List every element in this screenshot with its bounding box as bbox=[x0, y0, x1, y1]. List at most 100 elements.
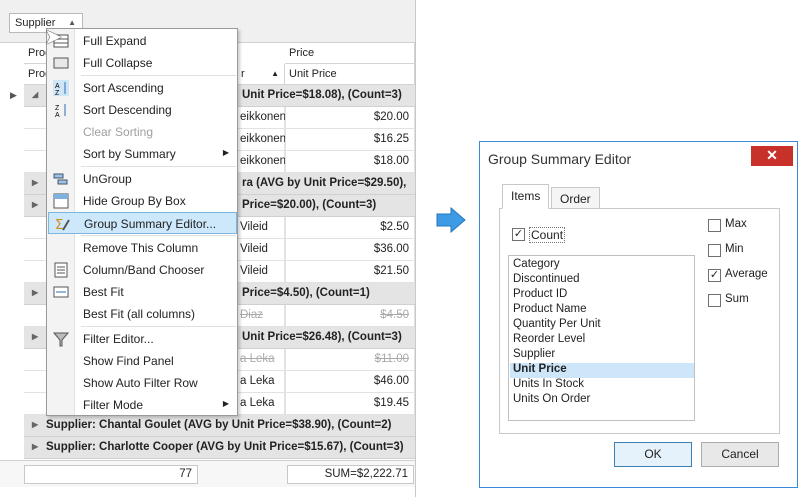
menu-item-label: Best Fit bbox=[83, 285, 124, 299]
expand-group-icon[interactable]: ▶ bbox=[32, 442, 38, 451]
unit-price-cell[interactable]: $21.50 bbox=[285, 261, 415, 283]
menu-item-label: Filter Mode bbox=[83, 398, 144, 412]
supplier-cell[interactable]: Vileid bbox=[237, 261, 285, 283]
menu-item-full-collapse[interactable]: Full Collapse bbox=[48, 52, 237, 74]
menu-separator bbox=[81, 326, 236, 327]
menu-separator bbox=[81, 235, 236, 236]
supplier-cell[interactable]: a Leka bbox=[237, 371, 285, 393]
svg-text:A: A bbox=[55, 112, 60, 118]
field-list-item[interactable]: Product ID bbox=[510, 288, 694, 303]
unit-price-cell[interactable]: $16.25 bbox=[285, 129, 415, 151]
unit-price-cell[interactable]: $4.50 bbox=[285, 305, 415, 327]
unit-price-cell[interactable]: $11.00 bbox=[285, 349, 415, 371]
tab-items[interactable]: Items bbox=[502, 184, 550, 209]
menu-item-show-find-panel[interactable]: Show Find Panel bbox=[48, 350, 237, 372]
sum-checkbox[interactable] bbox=[708, 294, 721, 307]
supplier-cell[interactable]: eikkonen bbox=[237, 107, 286, 129]
unit-price-cell[interactable]: $2.50 bbox=[285, 217, 415, 239]
expand-group-icon[interactable]: ▶ bbox=[32, 200, 38, 209]
average-checkbox[interactable]: ✓ bbox=[708, 269, 721, 282]
close-button[interactable]: ✕ bbox=[751, 146, 793, 166]
cancel-button[interactable]: Cancel bbox=[701, 442, 779, 467]
tab-order[interactable]: Order bbox=[551, 187, 600, 210]
band-header-price[interactable]: Price bbox=[285, 43, 415, 64]
menu-item-column-band-chooser[interactable]: Column/Band Chooser bbox=[48, 259, 237, 281]
expand-group-icon[interactable]: ▶ bbox=[32, 420, 38, 429]
footer-count-cell: 77 bbox=[24, 465, 198, 484]
menu-item-group-summary-editor[interactable]: Σ Group Summary Editor... bbox=[48, 212, 237, 234]
menu-item-show-auto-filter-row[interactable]: Show Auto Filter Row bbox=[48, 372, 237, 394]
field-list-item[interactable]: Supplier bbox=[510, 348, 694, 363]
unit-price-cell[interactable]: $18.00 bbox=[285, 151, 415, 173]
group-row-text: Supplier: Chantal Goulet (AVG by Unit Pr… bbox=[46, 419, 392, 431]
footer-sum-cell: SUM=$2,222.71 bbox=[287, 465, 414, 484]
best-fit-icon bbox=[53, 284, 70, 300]
field-list-item[interactable]: Quantity Per Unit bbox=[510, 318, 694, 333]
dialog-title: Group Summary Editor bbox=[488, 151, 632, 167]
group-row-text: ra (AVG by Unit Price=$29.50), bbox=[242, 177, 407, 189]
svg-text:Z: Z bbox=[55, 90, 60, 96]
group-summary-editor-dialog: Group Summary Editor ✕ Items Order ✓ Cou… bbox=[479, 141, 798, 488]
field-list-item[interactable]: Units On Order bbox=[510, 393, 694, 408]
unit-price-cell[interactable]: $20.00 bbox=[285, 107, 415, 129]
expand-group-icon[interactable]: ▶ bbox=[32, 178, 38, 187]
menu-item-sort-ascending[interactable]: A Z Sort Ascending bbox=[48, 77, 237, 99]
menu-item-best-fit-all-columns[interactable]: Best Fit (all columns) bbox=[48, 303, 237, 325]
column-header-unit-price[interactable]: Unit Price bbox=[285, 64, 415, 85]
supplier-cell[interactable]: Vileid bbox=[237, 239, 285, 261]
menu-item-sort-descending[interactable]: Z A Sort Descending bbox=[48, 99, 237, 121]
menu-item-filter-editor[interactable]: Filter Editor... bbox=[48, 328, 237, 350]
menu-item-sort-by-summary[interactable]: Sort by Summary ▶ bbox=[48, 143, 237, 165]
field-list[interactable]: Category Discontinued Product ID Product Na… bbox=[508, 255, 695, 421]
supplier-cell[interactable]: eikkonen bbox=[237, 129, 286, 151]
expand-group-icon[interactable]: ▶ bbox=[32, 288, 38, 297]
supplier-cell[interactable]: Diaz bbox=[237, 305, 285, 327]
column-header-supplier-label: r bbox=[241, 68, 245, 80]
menu-separator bbox=[81, 75, 236, 76]
count-checkbox[interactable]: ✓ bbox=[512, 228, 525, 241]
menu-item-hide-group-by-box[interactable]: Hide Group By Box bbox=[48, 190, 237, 212]
max-checkbox[interactable] bbox=[708, 219, 721, 232]
ok-button[interactable]: OK bbox=[614, 442, 692, 467]
unit-price-cell[interactable]: $36.00 bbox=[285, 239, 415, 261]
group-row[interactable]: ▶ Supplier: Charlotte Cooper (AVG by Unit… bbox=[24, 437, 415, 459]
sort-ascending-indicator-icon: ▲ bbox=[271, 69, 279, 78]
supplier-cell[interactable]: Vileid bbox=[237, 217, 285, 239]
right-arrow-icon bbox=[436, 207, 466, 233]
menu-separator bbox=[81, 166, 236, 167]
field-list-item[interactable]: Reorder Level bbox=[510, 333, 694, 348]
supplier-cell[interactable]: eikkonen bbox=[237, 151, 286, 173]
ungroup-icon bbox=[53, 171, 70, 187]
menu-item-remove-this-column[interactable]: Remove This Column bbox=[48, 237, 237, 259]
min-checkbox[interactable] bbox=[708, 244, 721, 257]
field-list-item[interactable]: Discontinued bbox=[510, 273, 694, 288]
collapse-group-icon[interactable]: ◢ bbox=[32, 90, 38, 99]
field-list-item[interactable]: Product Name bbox=[510, 303, 694, 318]
supplier-cell[interactable]: a Leka bbox=[237, 349, 285, 371]
menu-item-ungroup[interactable]: UnGroup bbox=[48, 168, 237, 190]
column-header-supplier[interactable]: r ▲ bbox=[237, 64, 285, 85]
field-list-item[interactable]: Unit Price bbox=[510, 363, 694, 378]
group-row[interactable]: ▶ Supplier: Chantal Goulet (AVG by Unit P… bbox=[24, 415, 415, 437]
max-label: Max bbox=[725, 218, 747, 230]
min-label: Min bbox=[725, 243, 744, 255]
filter-icon bbox=[52, 331, 70, 347]
menu-item-label: Sort Ascending bbox=[83, 81, 164, 95]
menu-item-full-expand[interactable]: Full Expand bbox=[48, 30, 237, 52]
field-list-item[interactable]: Category bbox=[510, 258, 694, 273]
menu-item-best-fit[interactable]: Best Fit bbox=[48, 281, 237, 303]
field-list-item[interactable]: Units In Stock bbox=[510, 378, 694, 393]
svg-text:A: A bbox=[55, 83, 60, 90]
menu-item-label: Full Expand bbox=[83, 34, 147, 48]
unit-price-cell[interactable]: $19.45 bbox=[285, 393, 415, 415]
menu-item-filter-mode[interactable]: Filter Mode ▶ bbox=[48, 394, 237, 416]
column-header-product[interactable]: Produ bbox=[24, 64, 57, 85]
menu-item-label: Best Fit (all columns) bbox=[83, 307, 196, 321]
menu-item-label: Remove This Column bbox=[83, 241, 199, 255]
menu-item-label: Group Summary Editor... bbox=[84, 217, 217, 231]
group-row-text: Price=$4.50), (Count=1) bbox=[242, 287, 370, 299]
sort-ascending-icon: AZ bbox=[53, 80, 70, 97]
unit-price-cell[interactable]: $46.00 bbox=[285, 371, 415, 393]
expand-group-icon[interactable]: ▶ bbox=[32, 332, 38, 341]
supplier-cell[interactable]: a Leka bbox=[237, 393, 285, 415]
